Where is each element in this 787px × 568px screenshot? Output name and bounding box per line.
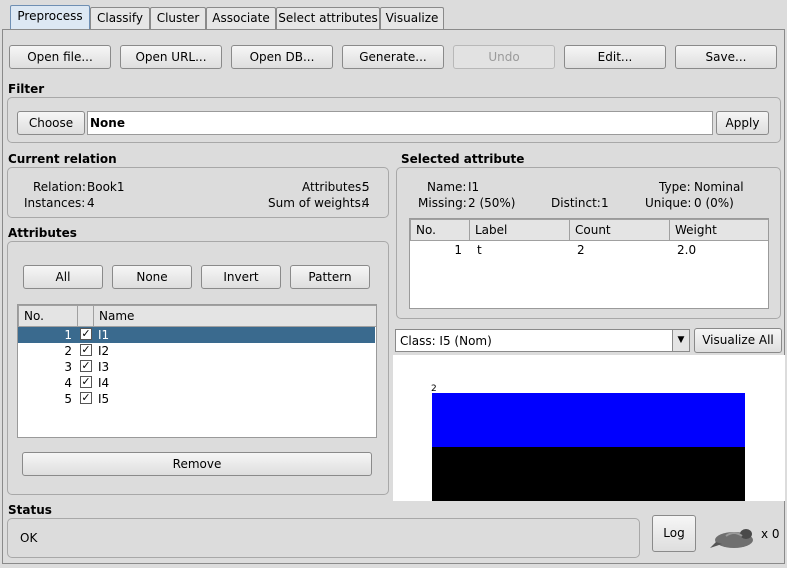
histogram-bar-segment-blue (432, 393, 745, 448)
attribute-checkbox[interactable]: ✓ (80, 360, 92, 372)
sum-of-weights-label: Sum of weights: (268, 196, 365, 210)
selected-missing-value: 2 (50%) (468, 196, 516, 210)
stats-row-count: 2 (577, 243, 585, 257)
status-panel (7, 518, 640, 558)
selected-unique-value: 0 (0%) (694, 196, 734, 210)
stats-row-no: 1 (454, 243, 462, 257)
instances-value: 4 (87, 196, 95, 210)
stats-row-weight: 2.0 (677, 243, 697, 257)
generate-button[interactable]: Generate... (342, 45, 444, 69)
attribute-checkbox[interactable]: ✓ (80, 376, 92, 388)
select-none-button[interactable]: None (112, 265, 192, 289)
status-title: Status (8, 503, 52, 517)
column-header-no[interactable]: No. (18, 305, 78, 327)
selected-attribute-title: Selected attribute (401, 152, 525, 166)
stats-row[interactable]: 1 t 2 2.0 (410, 242, 768, 258)
sum-of-weights-value: 4 (362, 196, 370, 210)
attribute-row-no: 5 (64, 392, 72, 406)
attribute-row-no: 4 (64, 376, 72, 390)
histogram-bar-label: 2 (431, 384, 437, 394)
invert-selection-button[interactable]: Invert (201, 265, 281, 289)
choose-filter-button[interactable]: Choose (17, 111, 85, 135)
attributes-count-label: Attributes: (302, 180, 366, 194)
column-header-check[interactable] (77, 305, 94, 327)
apply-filter-button[interactable]: Apply (716, 111, 769, 135)
attributes-table: No. Name 1 ✓ I1 2 ✓ I2 3 ✓ I3 4 ✓ I4 5 ✓… (17, 304, 377, 438)
class-select-value: Class: I5 (Nom) (400, 334, 492, 348)
attribute-row[interactable]: 1 ✓ I1 (18, 327, 375, 343)
attribute-row[interactable]: 4 ✓ I4 (18, 375, 375, 391)
class-select[interactable]: Class: I5 (Nom) ▼ (395, 329, 690, 352)
task-count: x 0 (761, 527, 780, 541)
tab-associate[interactable]: Associate (206, 7, 276, 29)
chevron-down-icon[interactable]: ▼ (672, 330, 689, 351)
attribute-row[interactable]: 2 ✓ I2 (18, 343, 375, 359)
attributes-count-value: 5 (362, 180, 370, 194)
selected-type-label: Type: (659, 180, 691, 194)
undo-button[interactable]: Undo (453, 45, 555, 69)
filter-value-field[interactable]: None (87, 111, 713, 135)
weka-bird-icon[interactable] (708, 526, 758, 552)
attribute-row-name: I5 (98, 392, 110, 406)
current-relation-title: Current relation (8, 152, 117, 166)
selected-name-value: I1 (468, 180, 480, 194)
open-db-button[interactable]: Open DB... (231, 45, 333, 69)
attribute-histogram: 2 (393, 355, 785, 501)
attribute-row-name: I3 (98, 360, 110, 374)
select-all-button[interactable]: All (23, 265, 103, 289)
instances-label: Instances: (24, 196, 86, 210)
attribute-checkbox[interactable]: ✓ (80, 328, 92, 340)
selected-type-value: Nominal (694, 180, 744, 194)
attribute-row-no: 2 (64, 344, 72, 358)
pattern-button[interactable]: Pattern (290, 265, 370, 289)
open-url-button[interactable]: Open URL... (120, 45, 222, 69)
stats-row-label: t (477, 243, 482, 257)
remove-attributes-button[interactable]: Remove (22, 452, 372, 476)
tab-visualize[interactable]: Visualize (380, 7, 444, 29)
tab-select-attributes[interactable]: Select attributes (276, 7, 380, 29)
selected-name-label: Name: (427, 180, 467, 194)
selected-missing-label: Missing: (418, 196, 467, 210)
selected-distinct-label: Distinct: (551, 196, 601, 210)
attribute-row-no: 1 (64, 328, 72, 342)
attribute-row[interactable]: 3 ✓ I3 (18, 359, 375, 375)
attribute-checkbox[interactable]: ✓ (80, 344, 92, 356)
column-header-name[interactable]: Name (93, 305, 376, 327)
histogram-bar-segment-black (432, 447, 745, 501)
attribute-row-name: I2 (98, 344, 110, 358)
stats-header-label[interactable]: Label (469, 219, 570, 241)
attributes-title: Attributes (8, 226, 77, 240)
label-stats-table: No. Label Count Weight 1 t 2 2.0 (409, 218, 769, 309)
stats-header-no[interactable]: No. (410, 219, 470, 241)
attribute-row-name: I1 (98, 328, 110, 342)
relation-label: Relation: (33, 180, 86, 194)
attribute-row[interactable]: 5 ✓ I5 (18, 391, 375, 407)
status-text: OK (20, 531, 38, 545)
attribute-row-no: 3 (64, 360, 72, 374)
filter-title: Filter (8, 82, 45, 96)
tab-classify[interactable]: Classify (90, 7, 150, 29)
visualize-all-button[interactable]: Visualize All (694, 328, 782, 353)
relation-value: Book1 (87, 180, 125, 194)
tab-bar: Preprocess Classify Cluster Associate Se… (0, 0, 787, 30)
stats-header-weight[interactable]: Weight (669, 219, 768, 241)
open-file-button[interactable]: Open file... (9, 45, 111, 69)
stats-header-count[interactable]: Count (569, 219, 670, 241)
attribute-checkbox[interactable]: ✓ (80, 392, 92, 404)
save-button[interactable]: Save... (675, 45, 777, 69)
tab-cluster[interactable]: Cluster (150, 7, 206, 29)
attribute-row-name: I4 (98, 376, 110, 390)
edit-button[interactable]: Edit... (564, 45, 666, 69)
log-button[interactable]: Log (652, 515, 696, 552)
selected-unique-label: Unique: (645, 196, 692, 210)
selected-distinct-value: 1 (601, 196, 609, 210)
tab-preprocess[interactable]: Preprocess (10, 5, 90, 30)
